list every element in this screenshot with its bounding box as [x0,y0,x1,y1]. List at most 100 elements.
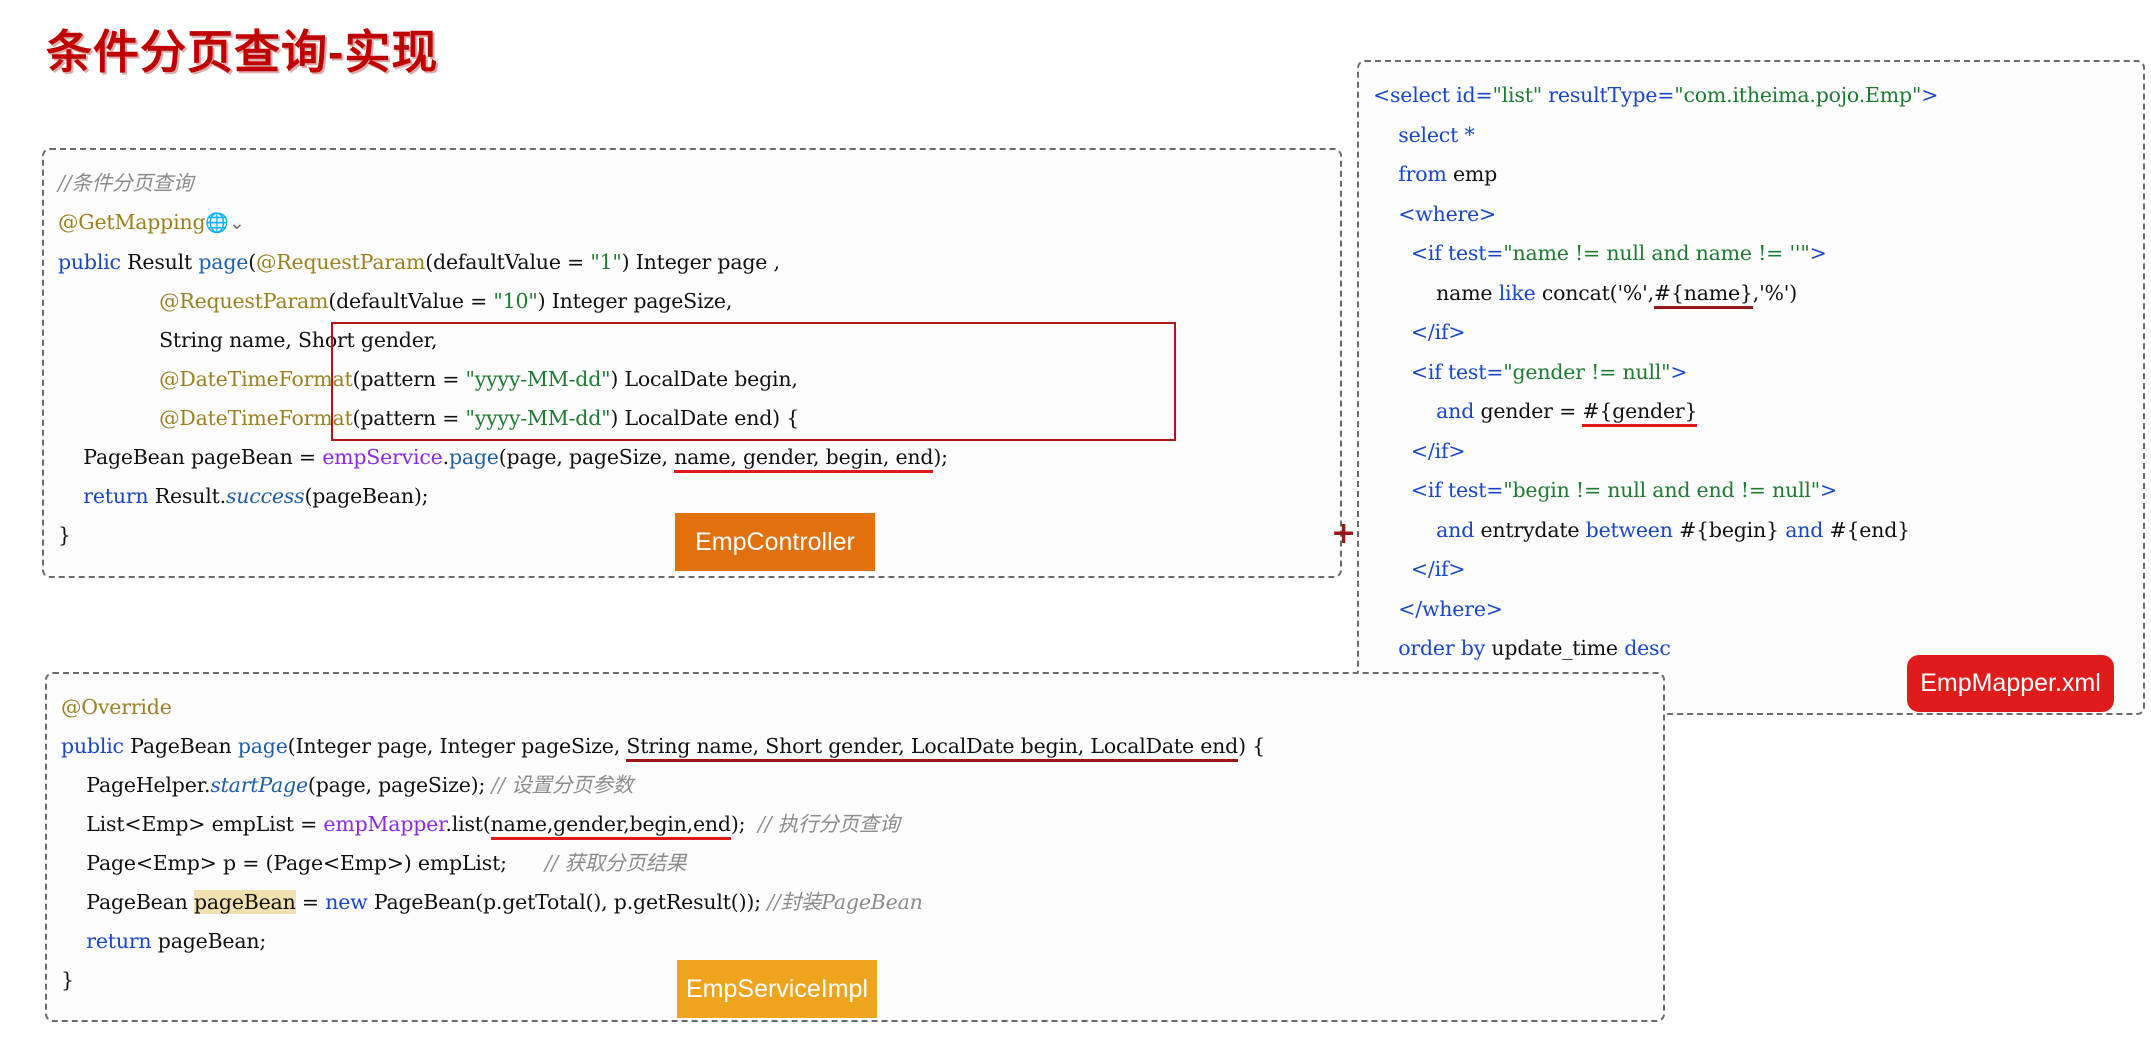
mapper-code-token: </where> [1373,597,1503,621]
mapper-code-token: <if [1373,478,1448,502]
mapper-code-line: <if test="begin != null and end != null"… [1373,471,2143,511]
controller-code-token: ) Integer page , [622,250,780,274]
controller-code-token: (defaultValue = [425,250,590,274]
controller-code-token: "yyyy-MM-dd" [466,367,611,391]
controller-code-token: String name, Short gender, [159,328,437,352]
service-code-token: String name, Short gender, LocalDate beg… [626,734,1238,762]
controller-code-token: @RequestParam [256,250,425,274]
controller-code-token: success [226,484,304,508]
mapper-code-token: > [1670,360,1687,384]
service-code-token: // 获取分页结果 [545,851,687,875]
service-code-line: public PageBean page(Integer page, Integ… [61,727,1663,766]
mapper-code-line: name like concat('%',#{name},'%') [1373,274,2143,314]
service-code-token: List<Emp> empList = [61,812,323,836]
badge-emp-controller: EmpController [675,513,875,571]
mapper-code-token: </if> [1373,557,1465,581]
mapper-code-token: <if [1373,241,1448,265]
emp-service-impl-code: @Override public PageBean page(Integer pa… [47,674,1663,1000]
mapper-code-line: and gender = #{gender} [1373,392,2143,432]
mapper-code-line: select * [1373,116,2143,156]
service-code-line: return pageBean; [61,922,1663,961]
emp-mapper-code: <select id="list" resultType="com.itheim… [1359,62,2143,708]
controller-code-token [58,328,159,352]
service-code-line: Page<Emp> p = (Page<Emp>) empList; // 获取… [61,844,1663,883]
controller-code-token: empService [322,445,442,469]
mapper-code-token: > [1810,241,1827,265]
mapper-code-line: <select id="list" resultType="com.itheim… [1373,76,2143,116]
service-code-token: ) { [1238,734,1265,758]
service-code-token: } [61,968,74,992]
mapper-code-line: from emp [1373,155,2143,195]
controller-code-token: 🌐⌄ [205,212,245,234]
mapper-code-token: #{name} [1654,281,1753,309]
mapper-code-token: > [1820,478,1837,502]
mapper-code-token: concat('%', [1536,281,1654,305]
controller-code-token: //条件分页查询 [58,171,193,195]
mapper-code-token: test= [1448,360,1503,384]
mapper-code-token: id= [1456,83,1492,107]
mapper-code-token: and [1373,399,1474,423]
controller-code-token: ) LocalDate begin, [610,367,797,391]
mapper-code-token: "gender != null" [1503,360,1670,384]
controller-code-token: Result. [155,484,226,508]
mapper-code-token: "com.itheima.pojo.Emp" [1674,83,1921,107]
controller-code-token: name, gender, begin, end [674,445,933,473]
controller-code-token: "10" [493,289,537,313]
service-code-token: PageHelper. [61,773,210,797]
controller-code-line: PageBean pageBean = empService.page(page… [58,438,1340,477]
mapper-code-token: ,'%') [1753,281,1797,305]
controller-code-line: String name, Short gender, [58,321,1340,360]
mapper-code-token: "name != null and name != ''" [1503,241,1809,265]
mapper-code-line: <if test="gender != null"> [1373,353,2143,393]
mapper-code-token: gender = [1474,399,1582,423]
controller-code-line: public Result page(@RequestParam(default… [58,243,1340,282]
mapper-code-token: name [1373,281,1499,305]
controller-code-token: (pattern = [353,406,466,430]
service-code-token: // 执行分页查询 [758,812,900,836]
badge-emp-controller-label: EmpController [695,528,855,557]
service-code-token: public [61,734,130,758]
service-code-token: (Integer page, Integer pageSize, [288,734,627,758]
service-code-token: .list( [445,812,490,836]
mapper-code-token: update_time [1485,636,1624,660]
controller-code-token: @RequestParam [159,289,328,313]
service-code-token: pageBean; [158,929,266,953]
controller-code-token: PageBean pageBean = [58,445,322,469]
mapper-code-line: <where> [1373,195,2143,235]
service-code-token: = [296,890,326,914]
controller-code-line: return Result.success(pageBean); [58,477,1340,516]
service-code-token: (page, pageSize); [308,773,492,797]
mapper-code-token: order by [1373,636,1485,660]
controller-code-line: @RequestParam(defaultValue = "10") Integ… [58,282,1340,321]
service-code-token: @Override [61,695,172,719]
service-code-token: PageBean(p.getTotal(), p.getResult()); [374,890,767,914]
controller-code-line: @DateTimeFormat(pattern = "yyyy-MM-dd") … [58,360,1340,399]
emp-mapper-code-panel: <select id="list" resultType="com.itheim… [1357,60,2145,715]
mapper-code-token: #{end} [1823,518,1910,542]
mapper-code-token: entrydate [1474,518,1586,542]
mapper-code-token: like [1499,281,1536,305]
mapper-code-token: <if [1373,360,1448,384]
mapper-code-token: test= [1448,478,1503,502]
mapper-code-line: </where> [1373,590,2143,630]
controller-code-token: (pageBean); [304,484,428,508]
mapper-code-line: </if> [1373,313,2143,353]
service-code-line: PageHelper.startPage(page, pageSize); //… [61,766,1663,805]
mapper-code-token: select * [1373,123,1475,147]
controller-code-line: @DateTimeFormat(pattern = "yyyy-MM-dd") … [58,399,1340,438]
service-code-token: // 设置分页参数 [491,773,633,797]
mapper-code-token: #{gender} [1582,399,1697,427]
mapper-code-token: resultType= [1548,83,1674,107]
service-code-token: empMapper [323,812,445,836]
service-code-token: PageBean [130,734,238,758]
service-code-token: page [238,734,288,758]
mapper-code-token: from [1373,162,1447,186]
controller-code-token [58,406,159,430]
mapper-code-token: between [1586,518,1673,542]
mapper-code-line: and entrydate between #{begin} and #{end… [1373,511,2143,551]
mapper-code-token: and [1785,518,1823,542]
mapper-code-line: </if> [1373,432,2143,472]
service-code-token: return [61,929,158,953]
service-code-token: Page<Emp> p = (Page<Emp>) empList; [61,851,545,875]
controller-code-token: "1" [590,250,621,274]
